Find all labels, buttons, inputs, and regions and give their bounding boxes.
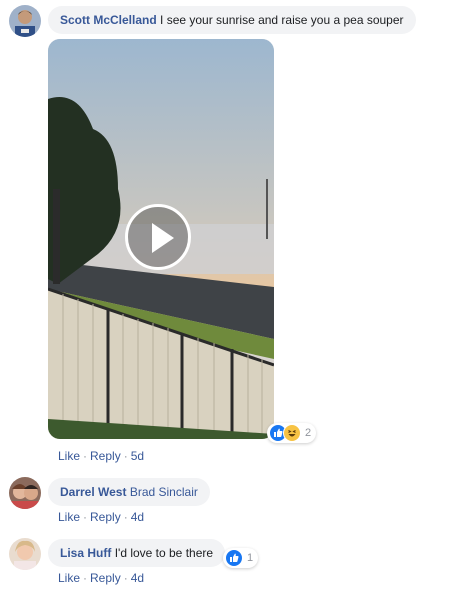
comment-bubble-lisa: Lisa Huff I'd love to be there: [48, 539, 226, 567]
separator-dot: ·: [83, 449, 88, 463]
separator-dot: ·: [123, 449, 128, 463]
separator-dot: ·: [123, 571, 128, 585]
video-attachment[interactable]: [48, 39, 274, 439]
separator-dot: ·: [83, 571, 88, 585]
tagged-user[interactable]: Brad Sinclair: [130, 485, 198, 499]
reply-link[interactable]: Reply: [90, 449, 121, 463]
reaction-count: 1: [247, 552, 254, 564]
avatar-darrel[interactable]: [9, 477, 41, 509]
separator-dot: ·: [123, 510, 128, 524]
reaction-count: 2: [305, 427, 312, 439]
haha-icon: [283, 424, 301, 442]
comment-author[interactable]: Darrel West: [60, 485, 126, 499]
avatar-scott[interactable]: [9, 5, 41, 37]
timestamp-link[interactable]: 4d: [131, 571, 144, 585]
like-icon: [225, 549, 243, 567]
reply-link[interactable]: Reply: [90, 571, 121, 585]
avatar-lisa[interactable]: [9, 538, 41, 570]
like-link[interactable]: Like: [58, 510, 80, 524]
like-link[interactable]: Like: [58, 571, 80, 585]
reply-link[interactable]: Reply: [90, 510, 121, 524]
like-link[interactable]: Like: [58, 449, 80, 463]
comment-bubble-darrel: Darrel West Brad Sinclair: [48, 478, 210, 506]
comment-text: I see your sunrise and raise you a pea s…: [160, 13, 404, 27]
comment-actions-scott: Like · Reply · 5d: [58, 449, 144, 463]
reaction-summary-scott[interactable]: 2: [267, 423, 317, 443]
comment-text: I'd love to be there: [114, 546, 214, 560]
comment-actions-darrel: Like · Reply · 4d: [58, 510, 144, 524]
comment-actions-lisa: Like · Reply · 4d: [58, 571, 144, 585]
separator-dot: ·: [83, 510, 88, 524]
timestamp-link[interactable]: 5d: [131, 449, 144, 463]
comment-bubble-scott: Scott McClelland I see your sunrise and …: [48, 6, 416, 34]
comment-author[interactable]: Scott McClelland: [60, 13, 157, 27]
timestamp-link[interactable]: 4d: [131, 510, 144, 524]
reaction-summary-lisa[interactable]: 1: [223, 548, 259, 568]
play-icon[interactable]: [125, 204, 191, 270]
comment-author[interactable]: Lisa Huff: [60, 546, 111, 560]
